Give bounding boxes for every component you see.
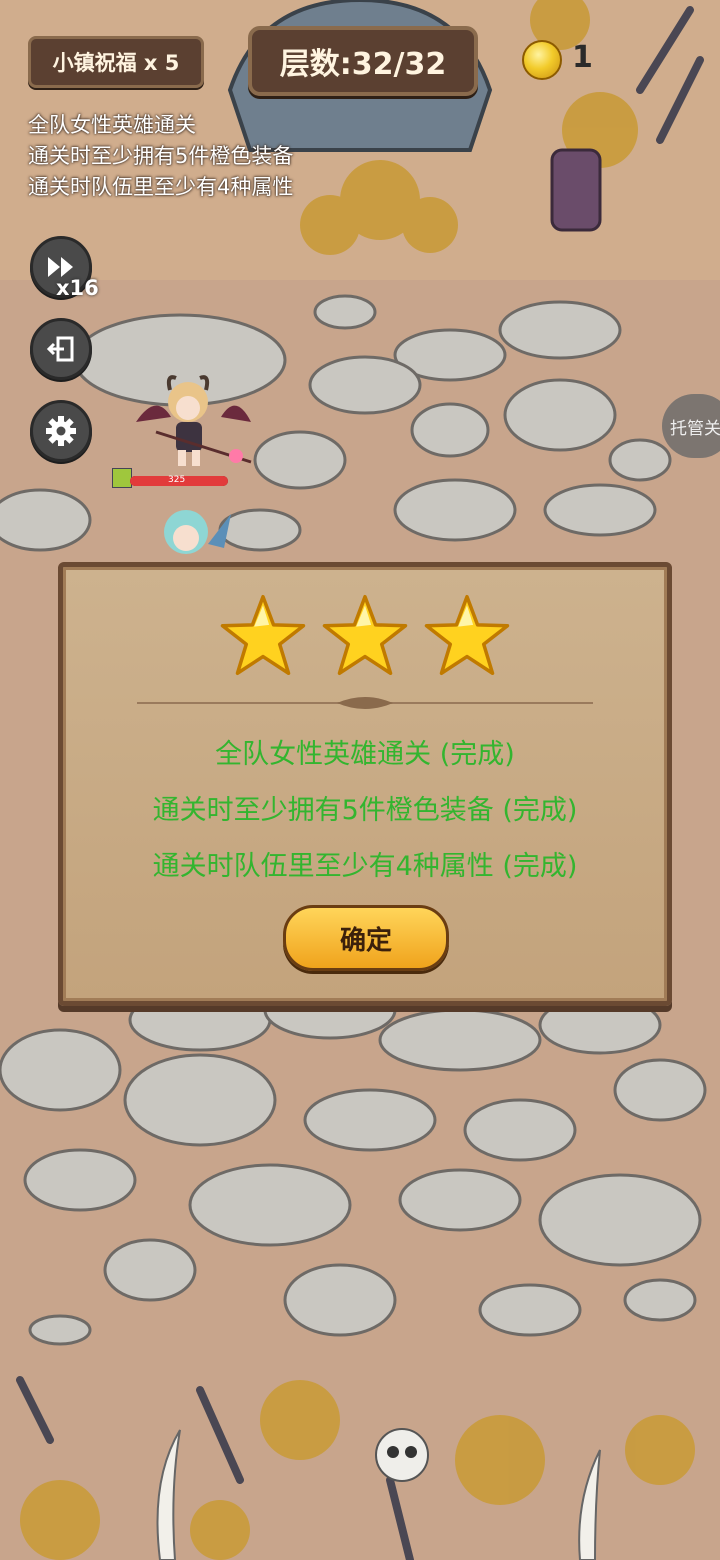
quest-list: 全队女性英雄通关 通关时至少拥有5件橙色装备 通关时队伍里至少有4种属性	[28, 110, 293, 203]
star-rating	[63, 593, 667, 677]
coin-icon	[522, 40, 562, 80]
coin-count: 1	[572, 40, 593, 75]
condition-item: 通关时至少拥有5件橙色装备 (完成)	[152, 795, 578, 826]
confirm-button[interactable]: 确定	[283, 905, 449, 971]
hero-level-badge	[112, 468, 132, 488]
auto-play-toggle[interactable]: 托管关	[662, 394, 720, 458]
settings-button[interactable]	[30, 400, 92, 462]
gear-icon	[46, 416, 76, 446]
result-dialog: 全队女性英雄通关 (完成) 通关时至少拥有5件橙色装备 (完成) 通关时队伍里至…	[58, 562, 672, 1006]
hero-hp-value: 325	[168, 475, 186, 485]
ornament-divider	[137, 697, 593, 709]
floor-counter: 层数:32/32	[248, 26, 478, 96]
hero-demon-girl	[136, 375, 252, 466]
quest-line: 通关时至少拥有5件橙色装备	[28, 144, 294, 168]
condition-item: 全队女性英雄通关 (完成)	[215, 739, 515, 770]
exit-button[interactable]	[30, 318, 92, 380]
town-blessing-badge[interactable]: 小镇祝福 x 5	[28, 36, 204, 88]
hero-elf-girl	[164, 510, 231, 554]
quest-line: 全队女性英雄通关	[28, 113, 196, 137]
condition-item: 通关时队伍里至少有4种属性 (完成)	[152, 851, 578, 882]
star-icon	[322, 594, 408, 676]
exit-icon	[46, 336, 74, 362]
speed-multiplier-label: x16	[56, 276, 99, 300]
quest-line: 通关时队伍里至少有4种属性	[28, 175, 294, 199]
star-icon	[220, 594, 306, 676]
condition-list: 全队女性英雄通关 (完成) 通关时至少拥有5件橙色装备 (完成) 通关时队伍里至…	[63, 727, 667, 895]
star-icon	[424, 594, 510, 676]
